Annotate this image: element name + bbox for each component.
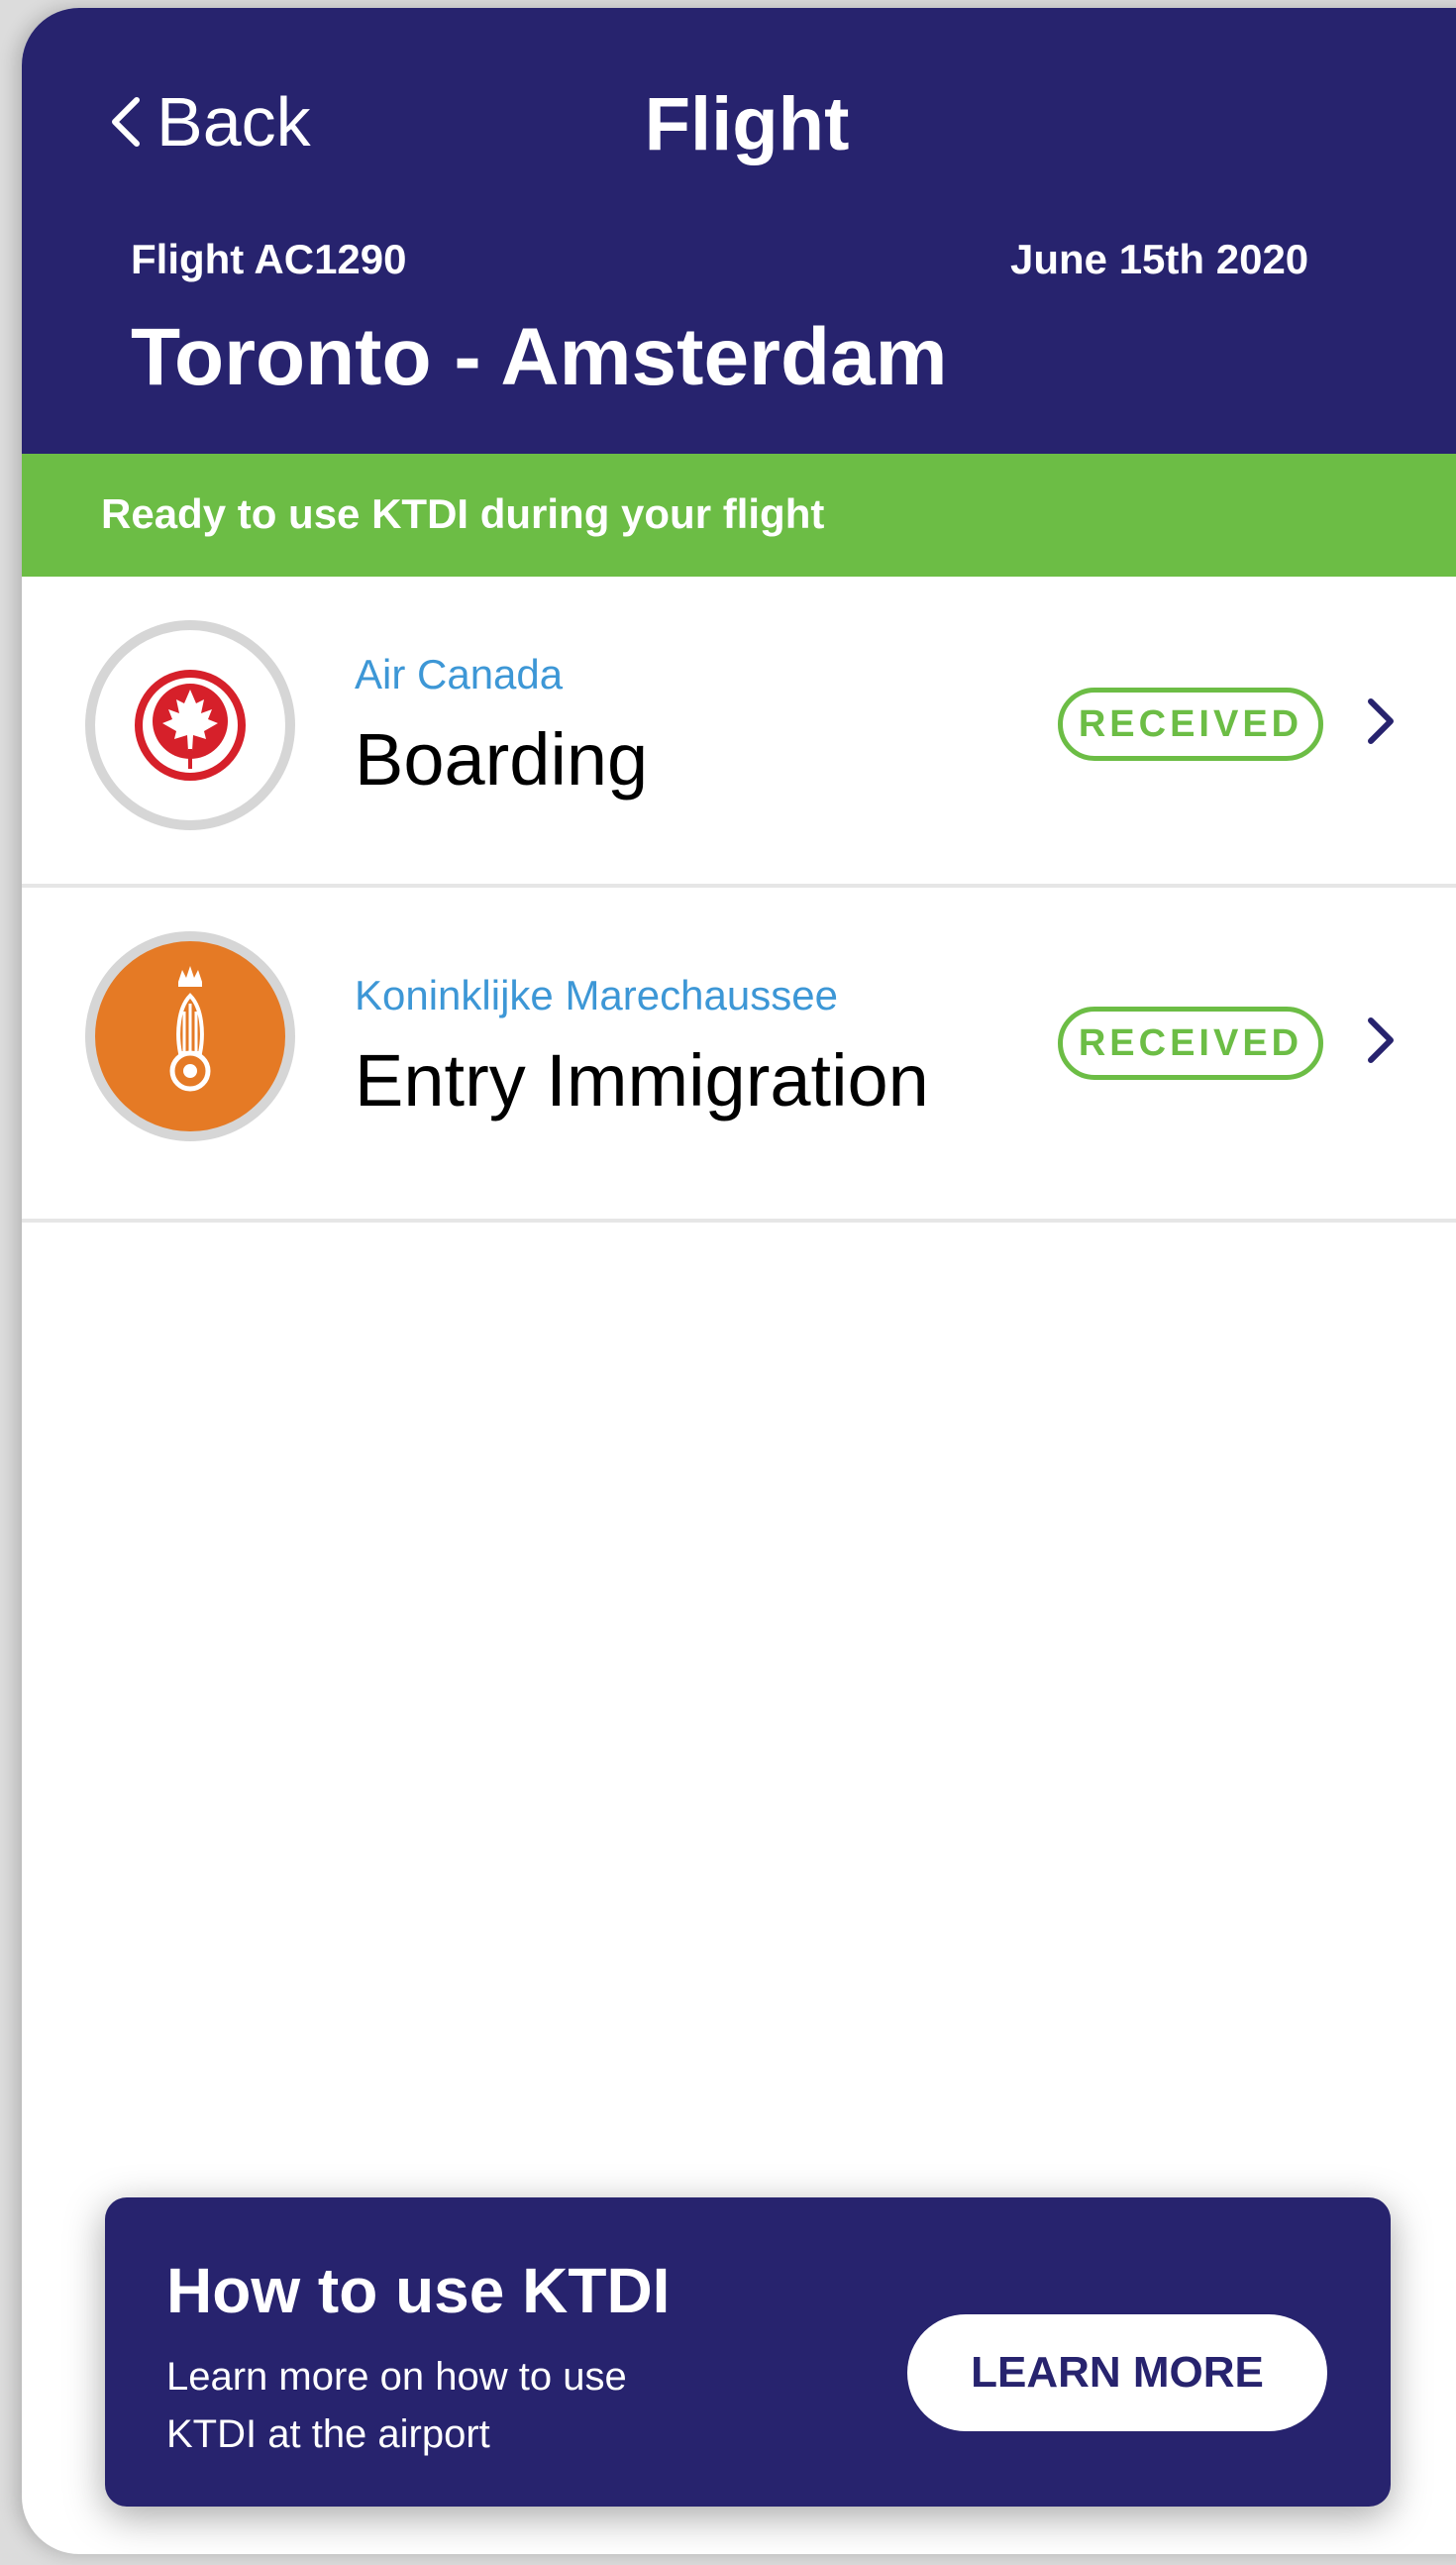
help-card-description: Learn more on how to use KTDI at the air…: [166, 2355, 627, 2456]
air-canada-logo-icon: [85, 620, 295, 830]
organization-name: Koninklijke Marechaussee: [355, 972, 838, 1018]
flight-number: Flight AC1290: [131, 236, 407, 282]
flight-date: June 15th 2020: [1010, 236, 1309, 282]
organization-name: Air Canada: [355, 651, 564, 697]
chevron-right-icon: [1368, 1017, 1394, 1063]
list-item-boarding[interactable]: Air Canada Boarding RECEIVED: [22, 577, 1456, 888]
learn-more-button[interactable]: LEARN MORE: [907, 2314, 1327, 2431]
help-card-title: How to use KTDI: [166, 2255, 671, 2326]
status-banner-text: Ready to use KTDI during your flight: [101, 490, 825, 537]
chevron-right-icon: [1368, 698, 1394, 744]
list-item-entry-immigration[interactable]: Koninklijke Marechaussee Entry Immigrati…: [22, 888, 1456, 1223]
status-banner: Ready to use KTDI during your flight: [22, 454, 1456, 577]
phone-screen: Back Flight Flight AC1290 June 15th 2020…: [22, 8, 1456, 2554]
status-badge: RECEIVED: [1058, 688, 1323, 761]
item-title: Boarding: [355, 718, 649, 801]
status-badge: RECEIVED: [1058, 1007, 1323, 1080]
item-title: Entry Immigration: [355, 1039, 929, 1122]
help-card: How to use KTDI Learn more on how to use…: [105, 2197, 1391, 2507]
flight-route: Toronto - Amsterdam: [131, 312, 948, 402]
flight-header: Back Flight Flight AC1290 June 15th 2020…: [22, 8, 1456, 454]
marechaussee-logo-icon: [85, 931, 295, 1141]
page-title: Flight: [644, 82, 850, 166]
